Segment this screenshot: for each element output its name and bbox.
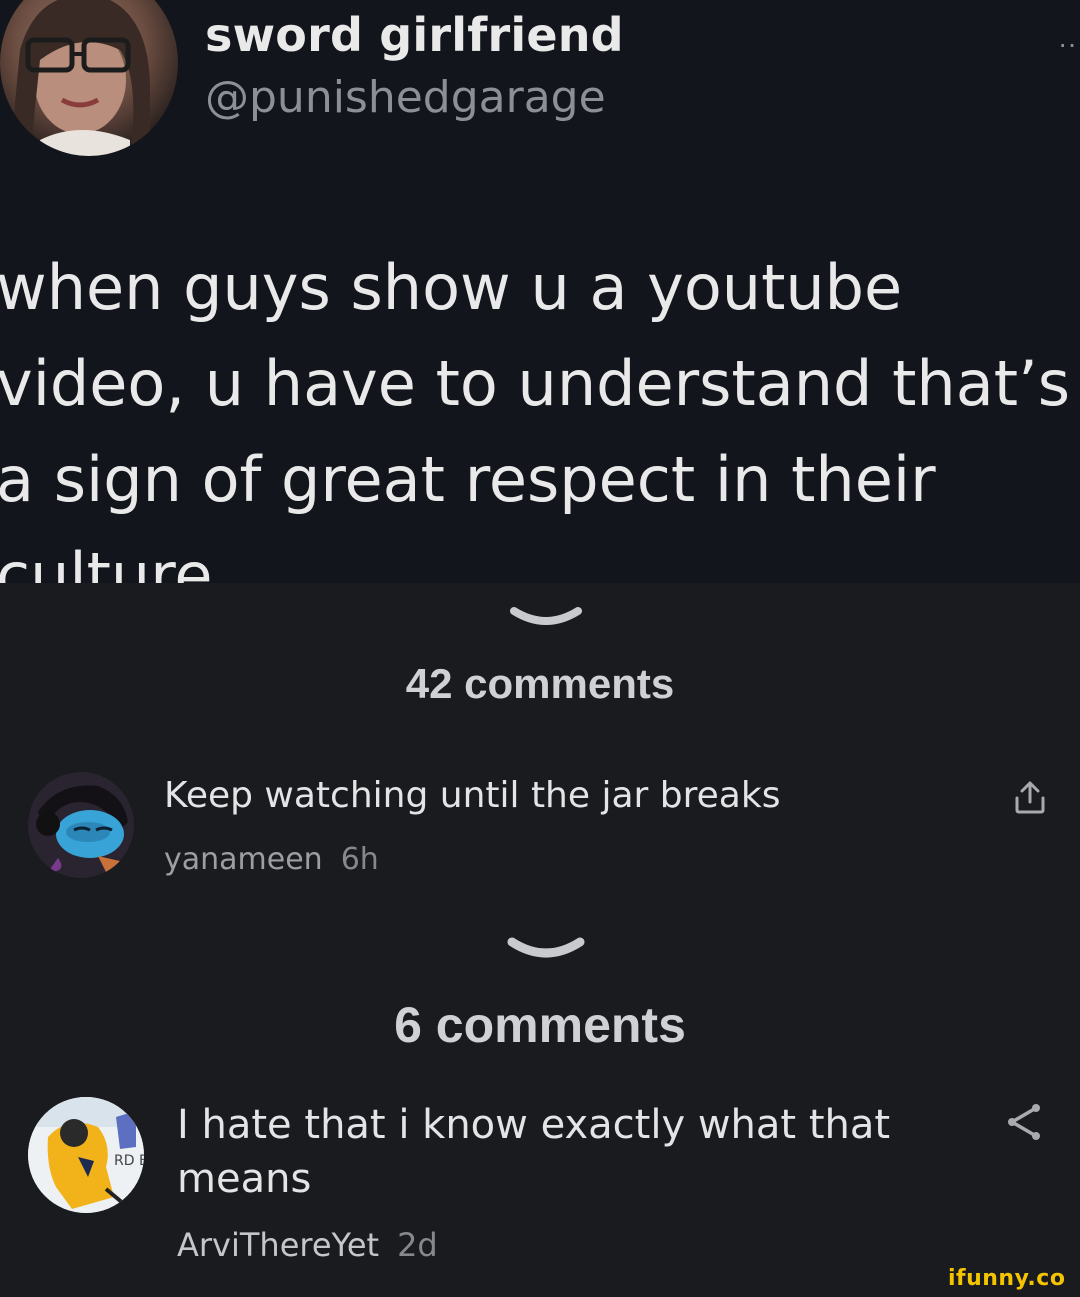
comment-time: 2d <box>397 1226 438 1264</box>
avatar-hockey-player-icon: RD E <box>28 1097 144 1213</box>
tweet-handle[interactable]: @punishedgarage <box>205 72 606 123</box>
share-up-icon[interactable] <box>1011 778 1049 816</box>
chevron-down-icon[interactable] <box>508 603 584 631</box>
comment-text-line: I hate that i know exactly what that <box>177 1102 891 1148</box>
comment-time: 6h <box>340 842 379 877</box>
tweet-text-line: a sign of great respect in their <box>0 443 936 516</box>
avatar[interactable]: RD E <box>28 1097 144 1213</box>
tweet-card: sword girlfriend @punishedgarage ·· when… <box>0 0 1080 583</box>
watermark-logo: ifunny.co <box>948 1266 1066 1291</box>
tweet-text-line: culture <box>0 539 213 583</box>
comment-meta: yanameen 6h <box>164 842 379 877</box>
comment-meta: ArviThereYet 2d <box>177 1226 438 1264</box>
screenshot-root: sword girlfriend @punishedgarage ·· when… <box>0 0 1080 1297</box>
comment-text: Keep watching until the jar breaks <box>164 775 781 816</box>
more-options-icon[interactable]: ·· <box>1058 28 1077 60</box>
share-nodes-icon[interactable] <box>1004 1102 1044 1142</box>
comment-count[interactable]: 6 comments <box>0 996 1080 1054</box>
chevron-down-icon[interactable] <box>506 934 586 964</box>
svg-text:RD E: RD E <box>114 1153 144 1169</box>
comment-count[interactable]: 42 comments <box>0 660 1080 708</box>
avatar[interactable] <box>28 772 134 878</box>
comment-text-line: means <box>177 1156 312 1202</box>
avatar-photo-icon <box>10 0 150 156</box>
tweet-display-name[interactable]: sword girlfriend <box>205 8 624 62</box>
comment-username[interactable]: yanameen <box>164 842 323 877</box>
avatar-character-icon <box>28 772 134 878</box>
comment-username[interactable]: ArviThereYet <box>177 1226 379 1264</box>
tweet-author-avatar[interactable] <box>0 0 178 156</box>
tweet-text-line: video, u have to understand that’s <box>0 347 1071 420</box>
comment-text: I hate that i know exactly what that mea… <box>177 1098 890 1206</box>
tweet-body: when guys show u a youtube video, u have… <box>0 240 1080 583</box>
tweet-text-line: when guys show u a youtube <box>0 251 903 324</box>
